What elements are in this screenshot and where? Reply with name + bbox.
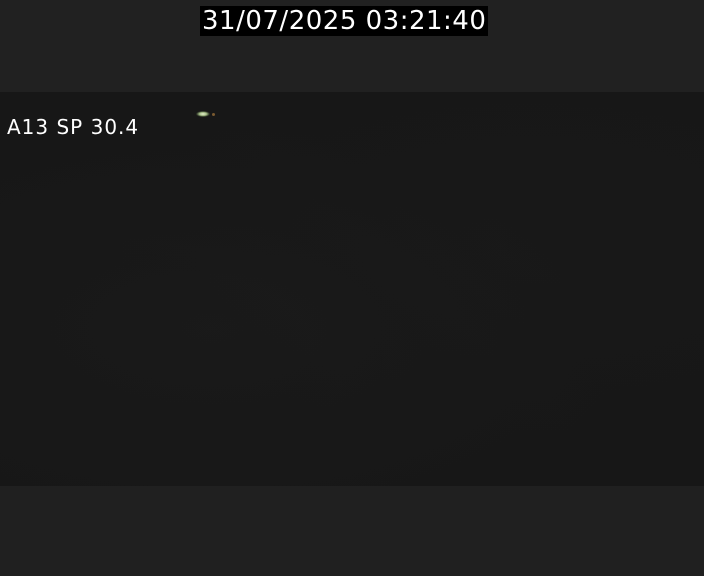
- distant-light-secondary: [212, 113, 215, 116]
- timestamp-overlay: 31/07/2025 03:21:40: [200, 6, 489, 36]
- camera-frame: 31/07/2025 03:21:40 A13 SP 30.4: [0, 0, 704, 576]
- distant-light: [196, 111, 210, 117]
- camera-location-label: A13 SP 30.4: [7, 115, 140, 139]
- camera-image: [0, 92, 704, 486]
- bottom-letterbox: [0, 486, 704, 576]
